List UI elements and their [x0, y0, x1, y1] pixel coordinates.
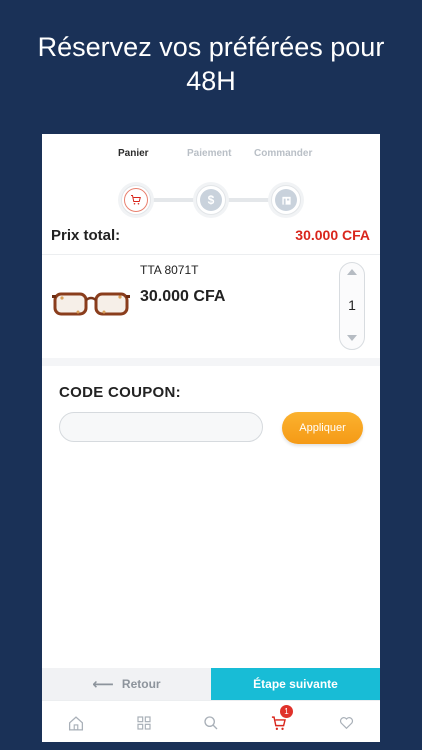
section-divider — [42, 358, 380, 366]
arrow-left-icon: ⟵ — [92, 676, 114, 693]
quantity-decrease-icon[interactable] — [347, 335, 357, 341]
tab-categories[interactable] — [133, 713, 155, 733]
total-value: 30.000 CFA — [295, 227, 370, 243]
product-price: 30.000 CFA — [140, 288, 226, 305]
heart-icon — [339, 717, 353, 730]
dollar-icon: $ — [207, 193, 215, 207]
search-icon — [204, 716, 218, 730]
checkout-stepper: Panier Paiement Commander $ — [42, 148, 380, 215]
product-image — [52, 292, 130, 316]
step-panier[interactable] — [121, 185, 151, 215]
tab-favorites[interactable] — [335, 713, 357, 733]
bottom-tab-bar: 1 — [42, 700, 380, 742]
apply-coupon-button[interactable]: Appliquer — [282, 412, 363, 444]
store-icon — [281, 196, 291, 205]
tab-search[interactable] — [200, 713, 222, 733]
tab-home[interactable] — [65, 713, 87, 733]
promo-headline: Réservez vos préférées pour 48H — [0, 30, 422, 98]
coupon-input[interactable] — [59, 412, 263, 442]
tab-cart[interactable]: 1 — [268, 705, 293, 733]
app-screen: Panier Paiement Commander $ Prix total: … — [42, 134, 380, 742]
coupon-title: CODE COUPON: — [59, 384, 181, 401]
back-button[interactable]: ⟵ Retour — [42, 668, 211, 700]
promo-headline-line1: Réservez vos préférées pour — [37, 32, 385, 62]
back-button-label: Retour — [121, 677, 161, 691]
quantity-stepper[interactable]: 1 — [339, 262, 365, 350]
quantity-increase-icon[interactable] — [347, 269, 357, 275]
promo-headline-line2: 48H — [186, 66, 236, 96]
step-label-panier: Panier — [118, 148, 149, 159]
grid-icon — [137, 716, 151, 730]
step-label-commander: Commander — [254, 148, 313, 159]
step-label-paiement: Paiement — [187, 148, 232, 159]
product-reference: TTA 8071T — [140, 263, 199, 277]
cart-icon — [131, 195, 141, 205]
total-row: Prix total: 30.000 CFA — [42, 224, 380, 255]
step-paiement[interactable]: $ — [196, 185, 226, 215]
cart-badge: 1 — [280, 705, 293, 718]
next-step-button[interactable]: Étape suivante — [211, 668, 380, 700]
total-label: Prix total: — [51, 227, 121, 244]
step-commander[interactable] — [271, 185, 301, 215]
quantity-value: 1 — [348, 297, 356, 313]
home-icon — [68, 715, 84, 731]
cart-item[interactable]: TTA 8071T 30.000 CFA 1 — [42, 254, 380, 359]
